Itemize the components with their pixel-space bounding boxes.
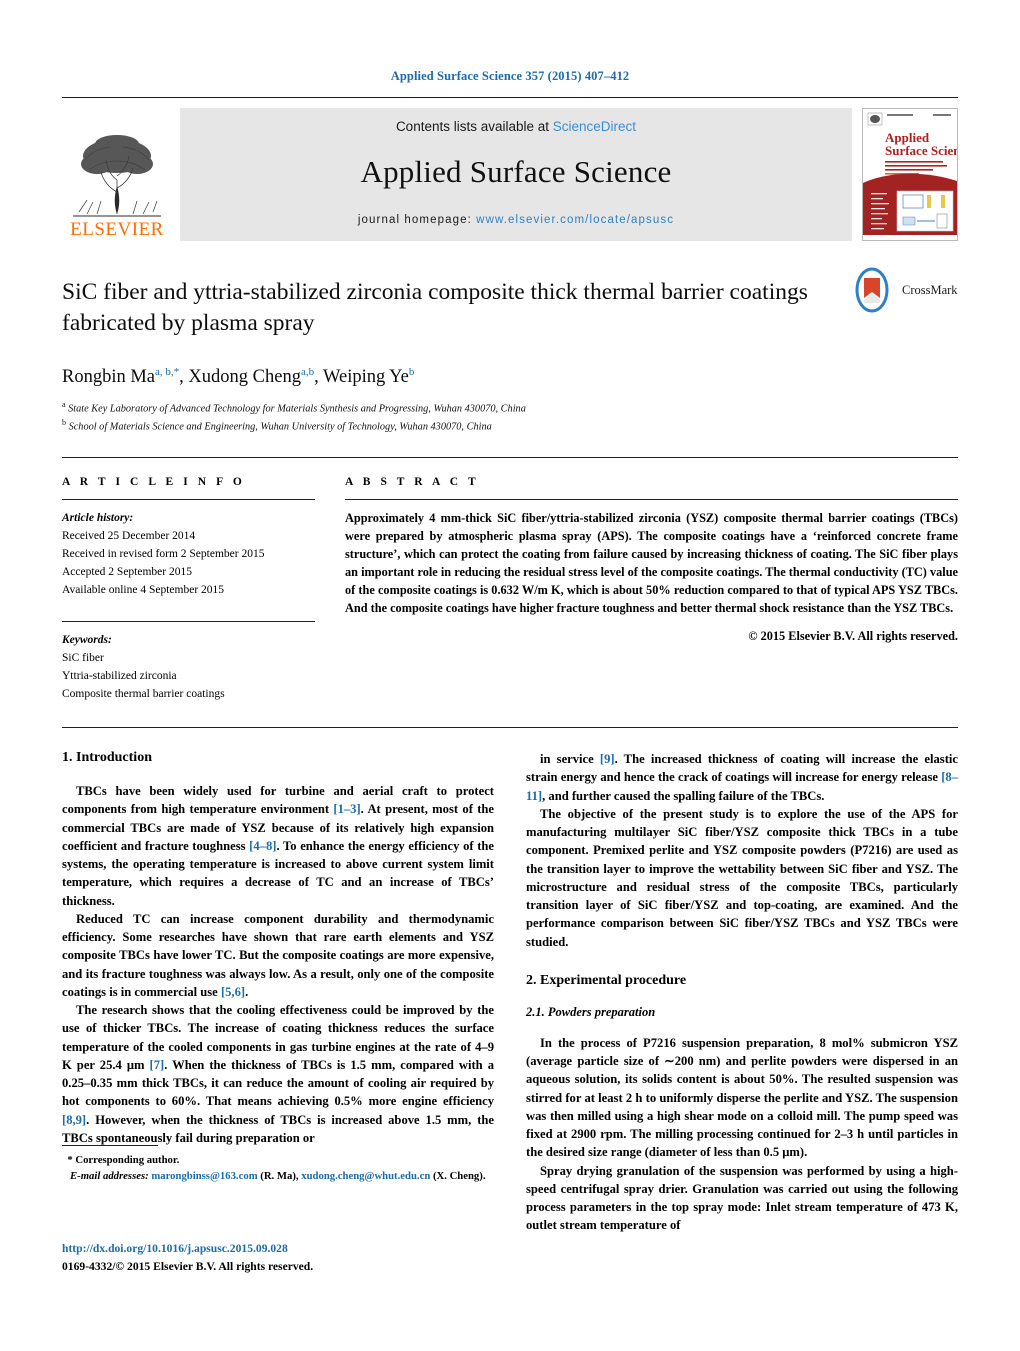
citation-ref[interactable]: [8,9] (62, 1113, 86, 1127)
contents-prefix: Contents lists available at (395, 119, 553, 134)
email-owner-2: (X. Cheng). (432, 1170, 486, 1183)
citation-ref[interactable]: [5,6] (221, 985, 245, 999)
paragraph: In the process of P7216 suspension prepa… (526, 1035, 958, 1160)
author-name: Rongbin Ma (62, 366, 156, 387)
section-heading-introduction: 1. Introduction (62, 750, 152, 766)
keyword-item: Yttria-stabilized zirconia (62, 670, 177, 683)
email-line: E-mail addresses: marongbinss@163.com (R… (62, 1168, 494, 1184)
keywords-label: Keywords: (62, 634, 112, 647)
affiliation-mark: b (62, 417, 66, 427)
abstract-text: Approximately 4 mm-thick SiC fiber/yttri… (345, 510, 958, 616)
corresponding-author-footnote: * Corresponding author. E-mail addresses… (62, 1145, 494, 1184)
divider (62, 498, 315, 500)
article-info-column: A R T I C L E I N F O Article history: R… (62, 476, 315, 703)
journal-homepage-link[interactable]: www.elsevier.com/locate/apsusc (476, 214, 674, 226)
divider (62, 621, 315, 623)
masthead-center-panel: Contents lists available at ScienceDirec… (180, 108, 852, 241)
affiliation-item: b School of Materials Science and Engine… (62, 417, 958, 435)
page-title: SiC fiber and yttria-stabilized zirconia… (62, 279, 808, 337)
paragraph: in service [9]. The increased thickness … (526, 752, 958, 803)
corresponding-label: Corresponding author. (75, 1154, 180, 1166)
article-info-heading: A R T I C L E I N F O (62, 475, 246, 488)
affiliation-item: a State Key Laboratory of Advanced Techn… (62, 399, 958, 417)
history-item: Received 25 December 2014 (62, 529, 196, 542)
email-link-1[interactable]: marongbinss@163.com (151, 1170, 257, 1182)
keyword-item: SiC fiber (62, 652, 104, 665)
citation-ref[interactable]: [7] (150, 1058, 165, 1072)
citation-ref[interactable]: [8–11] (526, 770, 958, 802)
footnote-text: * Corresponding author. E-mail addresses… (62, 1152, 494, 1184)
affiliation-list: a State Key Laboratory of Advanced Techn… (62, 399, 958, 435)
paragraph: The objective of the present study is to… (526, 806, 958, 949)
info-abstract-section: A R T I C L E I N F O Article history: R… (62, 456, 958, 703)
abstract-copyright: © 2015 Elsevier B.V. All rights reserved… (748, 629, 958, 644)
article-history: Article history: Received 25 December 20… (62, 509, 315, 599)
citation-ref[interactable]: [4–8] (249, 839, 276, 853)
keywords-list: Keywords: SiC fiber Yttria-stabilized zi… (62, 631, 315, 703)
history-item: Accepted 2 September 2015 (62, 565, 192, 578)
author-name: Weiping Ye (323, 366, 409, 387)
author-marks: a,b (300, 365, 315, 378)
author-marks: a, b,* (155, 365, 180, 378)
author-entry: Weiping Yeb (323, 365, 415, 387)
right-column: in service [9]. The increased thickness … (526, 750, 958, 1235)
corresponding-marker: * (67, 1154, 73, 1166)
footnote-divider (62, 1145, 158, 1146)
section-heading-experimental: 2. Experimental procedure (526, 972, 687, 988)
article-page: Applied Surface Science 357 (2015) 407–4… (0, 0, 1020, 1351)
author-name: Xudong Cheng (188, 366, 301, 387)
email-label: E-mail addresses: (70, 1170, 149, 1183)
journal-cover-thumbnail: Applied Surface Science (862, 108, 958, 241)
issn-copyright-line: 0169-4332/© 2015 Elsevier B.V. All right… (62, 1259, 314, 1273)
affiliation-mark: a (62, 399, 66, 409)
author-entry: Rongbin Maa, b,* (62, 365, 180, 387)
citation-ref[interactable]: [9] (600, 752, 615, 766)
title-block: SiC fiber and yttria-stabilized zirconia… (62, 241, 958, 435)
elsevier-wordmark: ELSEVIER (70, 219, 164, 240)
email-owner-1: (R. Ma), (260, 1170, 299, 1183)
sciencedirect-link[interactable]: ScienceDirect (553, 119, 636, 134)
crossmark-label: CrossMark (902, 282, 958, 297)
email-link-2[interactable]: xudong.cheng@whut.edu.cn (301, 1170, 430, 1182)
citation-ref[interactable]: [1–3] (333, 802, 360, 816)
abstract-column: A B S T R A C T Approximately 4 mm-thick… (345, 476, 958, 703)
author-entry: Xudong Chenga,b (188, 365, 315, 387)
keywords-block: Keywords: SiC fiber Yttria-stabilized zi… (62, 621, 315, 703)
elsevier-logo: ELSEVIER (62, 108, 172, 241)
author-marks: b (408, 365, 415, 378)
homepage-prefix: journal homepage: (357, 214, 477, 226)
article-history-label: Article history: (62, 511, 134, 524)
journal-homepage-line: journal homepage: www.elsevier.com/locat… (188, 214, 844, 226)
abstract-heading: A B S T R A C T (345, 475, 480, 488)
divider (345, 498, 958, 500)
journal-title: Applied Surface Science (360, 154, 672, 189)
subsection-heading-powders: 2.1. Powders preparation (526, 1004, 656, 1019)
affiliation-text: School of Materials Science and Engineer… (68, 421, 492, 433)
contents-available-line: Contents lists available at ScienceDirec… (188, 119, 844, 134)
body-divider (62, 727, 958, 729)
doi-block: http://dx.doi.org/10.1016/j.apsusc.2015.… (62, 1240, 522, 1276)
corresponding-author-line: * Corresponding author. (62, 1152, 494, 1168)
paragraph: The research shows that the cooling effe… (62, 1003, 495, 1145)
running-head: Applied Surface Science 357 (2015) 407–4… (390, 69, 630, 83)
svg-text:Surface Science: Surface Science (885, 143, 957, 158)
history-item: Available online 4 September 2015 (62, 583, 225, 596)
doi-link[interactable]: http://dx.doi.org/10.1016/j.apsusc.2015.… (62, 1240, 522, 1258)
history-item: Received in revised form 2 September 201… (62, 547, 265, 560)
keyword-item: Composite thermal barrier coatings (62, 688, 225, 701)
paragraph: TBCs have been widely used for turbine a… (62, 784, 495, 908)
affiliation-text: State Key Laboratory of Advanced Technol… (68, 403, 526, 415)
author-list: Rongbin Maa, b,*, Xudong Chenga,b, Weipi… (62, 365, 415, 387)
crossmark-badge[interactable]: CrossMark (848, 263, 958, 317)
paragraph: Spray drying granulation of the suspensi… (526, 1163, 958, 1233)
paragraph: Reduced TC can increase component durabi… (62, 911, 494, 999)
crossmark-icon (855, 267, 889, 313)
elsevier-tree-icon (71, 130, 163, 218)
journal-masthead: ELSEVIER Contents lists available at Sci… (62, 97, 958, 241)
